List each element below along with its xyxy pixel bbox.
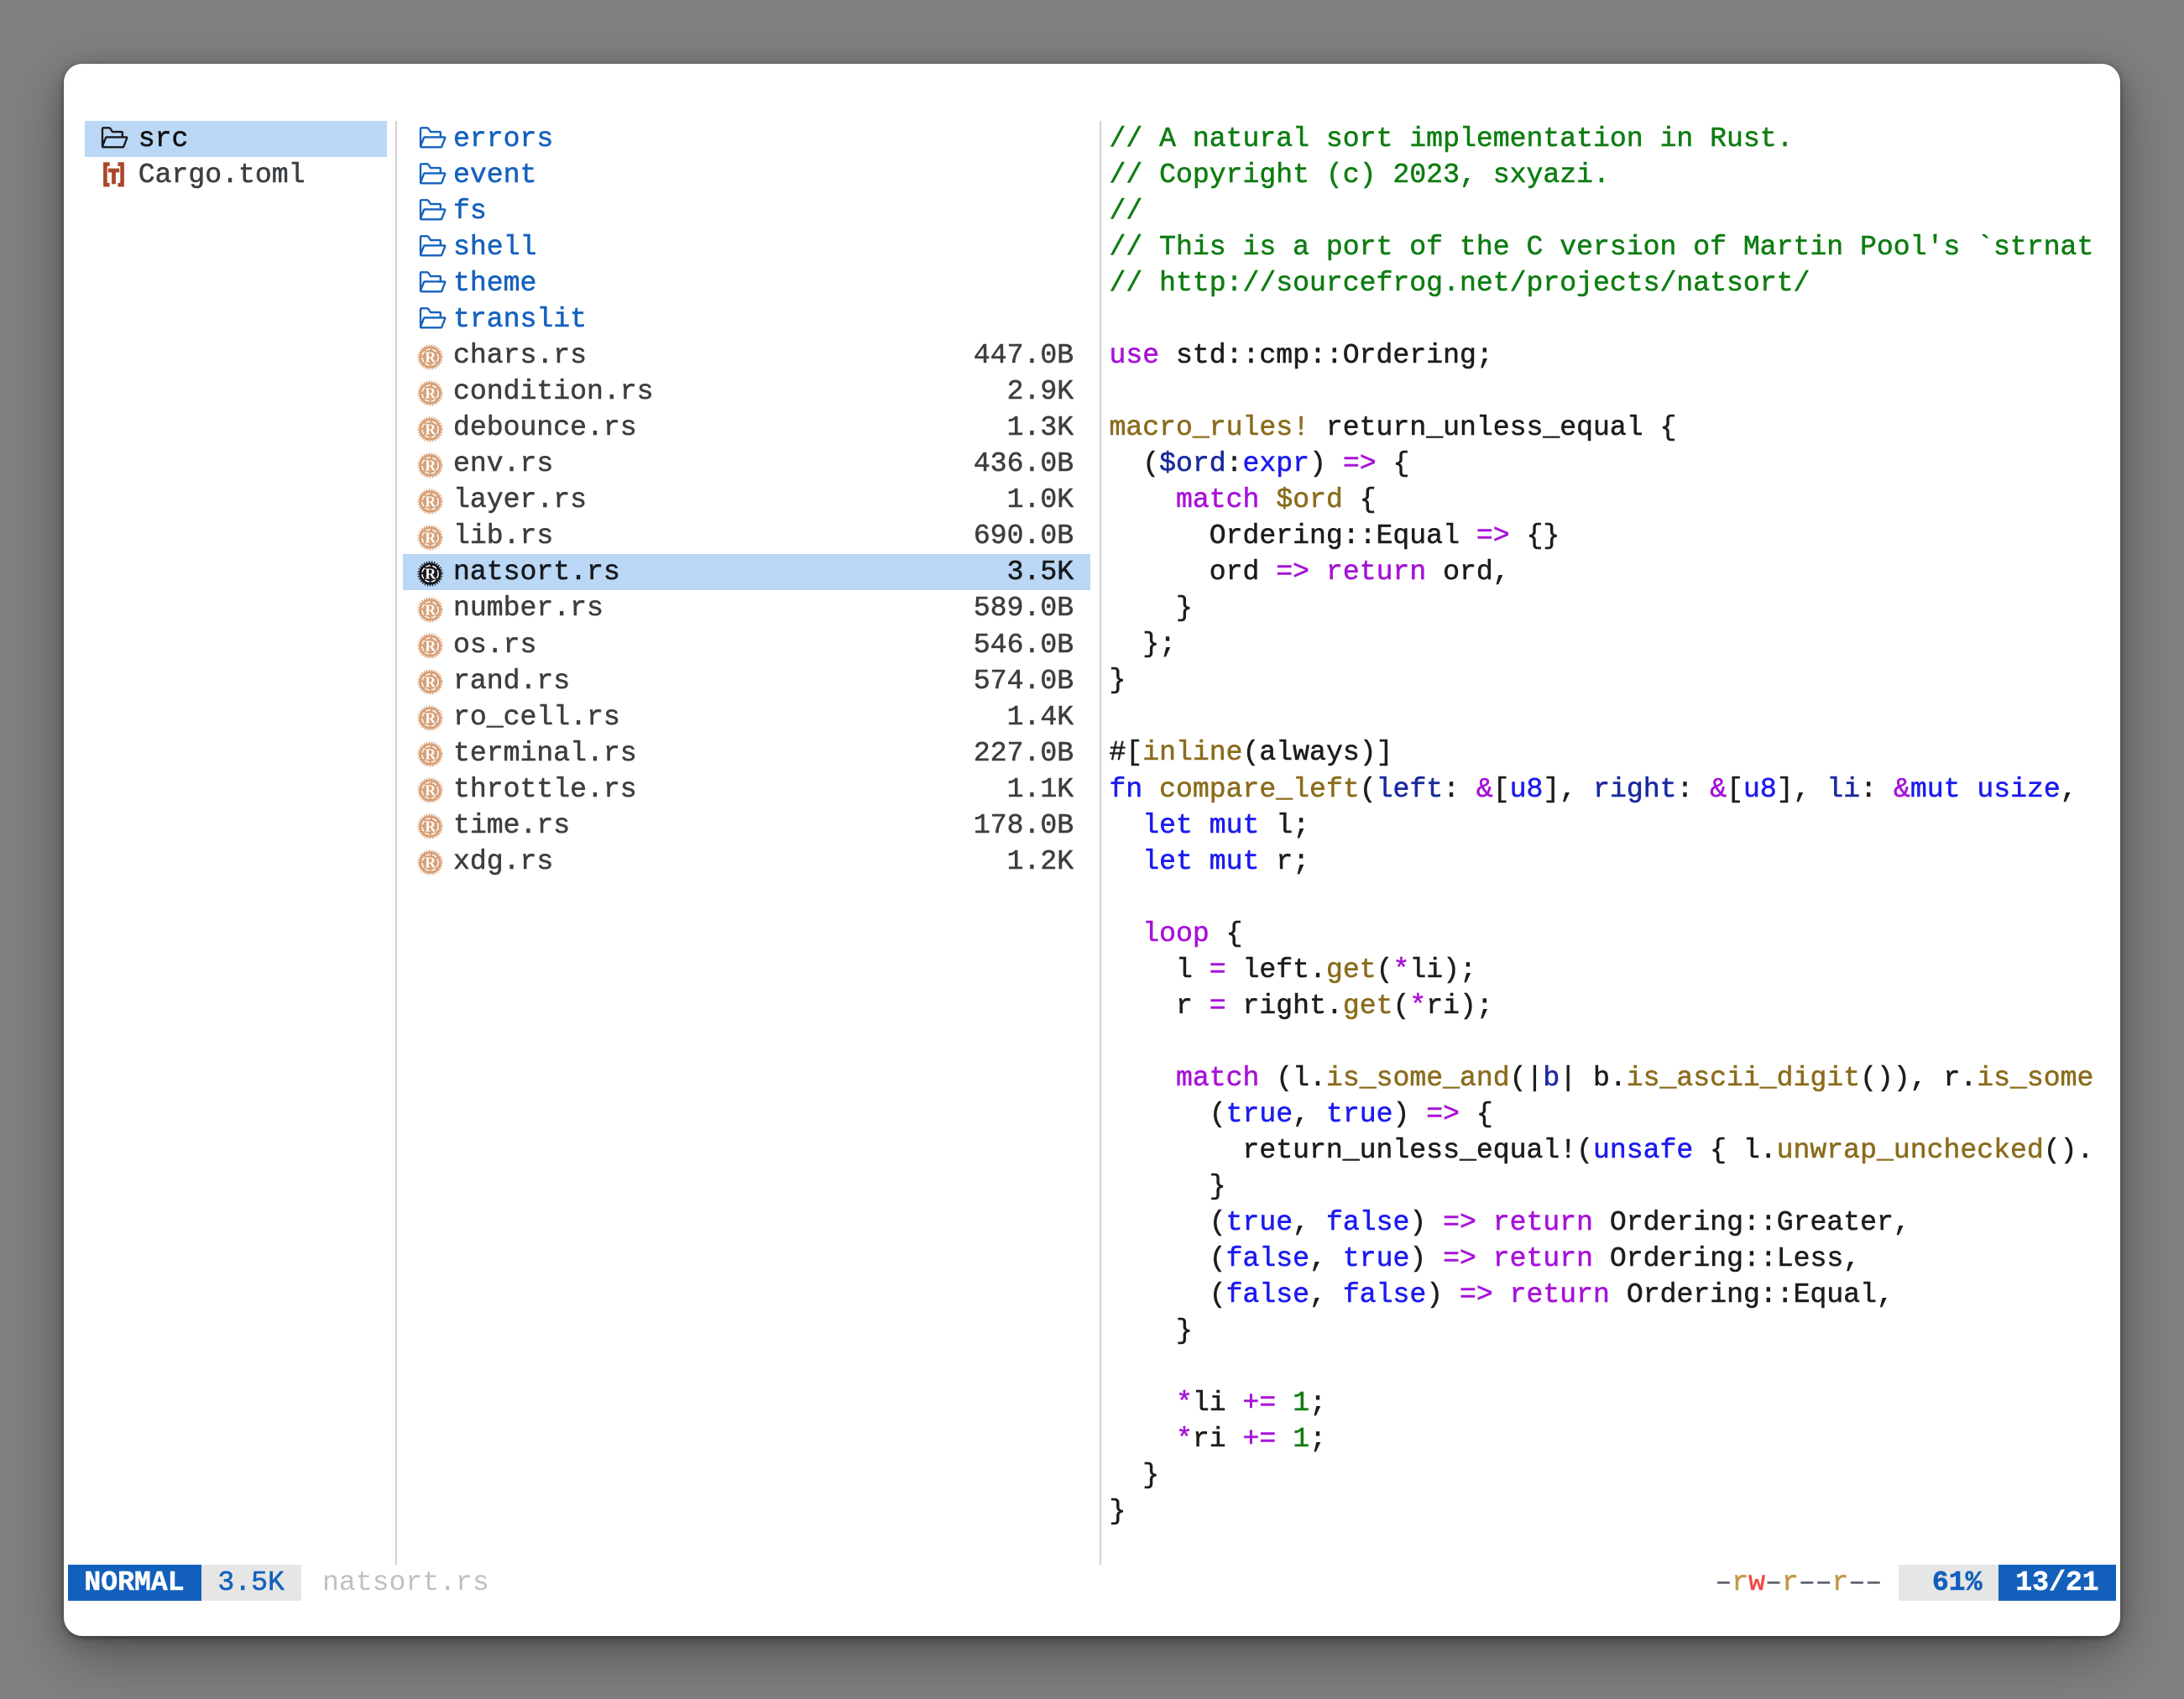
svg-text:R: R	[426, 421, 437, 437]
svg-text:R: R	[426, 493, 437, 510]
svg-text:R: R	[426, 384, 437, 401]
svg-text:R: R	[426, 674, 437, 691]
svg-text:R: R	[426, 566, 437, 583]
svg-text:R: R	[426, 746, 437, 763]
svg-text:R: R	[426, 818, 437, 835]
svg-text:R: R	[426, 638, 437, 655]
svg-text:R: R	[426, 457, 437, 473]
svg-text:R: R	[426, 855, 437, 871]
svg-text:R: R	[426, 602, 437, 619]
svg-text:R: R	[426, 782, 437, 799]
svg-text:R: R	[426, 710, 437, 727]
svg-text:R: R	[426, 348, 437, 365]
svg-text:R: R	[426, 530, 437, 546]
